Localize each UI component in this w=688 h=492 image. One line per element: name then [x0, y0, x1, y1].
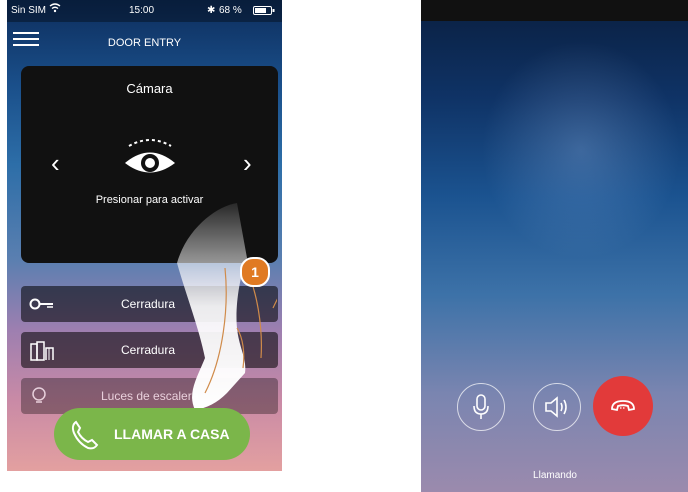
chevron-left-icon[interactable]: ‹ — [51, 150, 60, 176]
speaker-button[interactable] — [533, 383, 581, 431]
phone-icon — [68, 418, 102, 455]
step-badge: 1 — [240, 257, 270, 287]
page-title: DOOR ENTRY — [107, 37, 182, 49]
battery-percent: 68 % — [219, 5, 242, 16]
hang-up-icon — [611, 400, 635, 412]
call-status: Llamando — [533, 470, 577, 481]
door-entry-screen: Sin SIM 15:00 ✱ 68 % DOOR ENTRY Cámara ‹… — [7, 0, 282, 471]
carrier-label: Sin SIM — [11, 5, 47, 16]
status-bar: Sin SIM 15:00 ✱ 68 % — [7, 0, 282, 22]
chevron-right-icon[interactable]: › — [243, 150, 252, 176]
battery-icon — [253, 6, 275, 18]
bulb-icon — [29, 386, 49, 411]
wifi-icon — [49, 3, 61, 16]
row-label: Cerradura — [121, 297, 176, 311]
pointing-hand-illustration — [177, 188, 282, 433]
status-bar — [421, 0, 688, 21]
speaker-icon — [545, 396, 567, 418]
bluetooth-icon: ✱ — [207, 5, 216, 16]
camera-label: Cámara — [126, 81, 173, 96]
call-home-button[interactable]: LLAMAR A CASA — [54, 408, 250, 460]
gate-icon — [29, 340, 55, 365]
row-label: Cerradura — [121, 343, 176, 357]
calling-screen: Llamando — [421, 0, 688, 492]
eye-icon[interactable] — [121, 138, 179, 183]
microphone-button[interactable] — [457, 383, 505, 431]
call-home-label: LLAMAR A CASA — [114, 426, 230, 442]
microphone-icon — [473, 394, 489, 419]
hang-up-button[interactable] — [593, 376, 653, 436]
key-icon — [29, 294, 55, 317]
clock: 15:00 — [129, 5, 155, 16]
